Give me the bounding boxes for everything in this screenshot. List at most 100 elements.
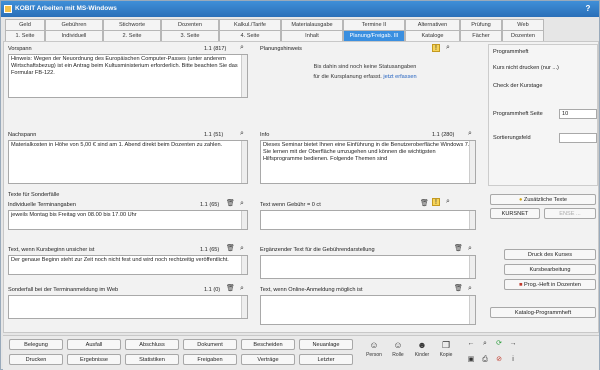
- abschluss-button[interactable]: Abschluss: [125, 339, 179, 350]
- trash-icon[interactable]: 🗑: [226, 200, 235, 208]
- refresh-icon[interactable]: ⟳: [495, 340, 503, 348]
- kopie-button[interactable]: ❐ Kopie: [435, 338, 457, 366]
- letzter-button[interactable]: Letzter: [299, 354, 353, 365]
- neuanlage-button[interactable]: Neuanlage: [299, 339, 353, 350]
- tab-web[interactable]: Web: [502, 19, 544, 30]
- freigaben-button[interactable]: Freigaben: [183, 354, 237, 365]
- tab-seite-2[interactable]: 2. Seite: [103, 30, 161, 41]
- kursbearbeitung-button[interactable]: Kursbearbeitung: [504, 264, 596, 275]
- info-text: Dieses Seminar bietet Ihnen eine Einführ…: [263, 142, 470, 162]
- print-icon[interactable]: ⎙: [481, 356, 489, 364]
- tab-dozenten-2[interactable]: Dozenten: [502, 30, 544, 41]
- kinder-button[interactable]: ☻ Kinder: [411, 338, 433, 366]
- tab-materialausgabe[interactable]: Materialausgabe: [281, 19, 343, 30]
- search-icon[interactable]: ⌕: [238, 285, 246, 293]
- online-anmeldung-textarea[interactable]: [260, 295, 476, 325]
- tab-planung-freigabe[interactable]: Planung/Freigab. III: [343, 30, 405, 41]
- window-title: KOBIT Arbeiten mit MS-Windows: [15, 5, 117, 12]
- extra-button[interactable]: ENSE ...: [544, 208, 596, 219]
- tab-individuell[interactable]: Individuell: [45, 30, 103, 41]
- dokument-button[interactable]: Dokument: [183, 339, 237, 350]
- search-icon[interactable]: ⌕: [238, 200, 246, 208]
- search-icon[interactable]: ⌕: [481, 340, 489, 348]
- warning-icon[interactable]: !: [432, 198, 440, 206]
- scrollbar[interactable]: [469, 211, 475, 229]
- scrollbar[interactable]: [241, 296, 247, 318]
- scrollbar[interactable]: [469, 256, 475, 278]
- search-icon[interactable]: ⌕: [444, 44, 452, 52]
- trash-icon[interactable]: 🗑: [420, 200, 429, 208]
- sortierungsfeld-input[interactable]: [559, 133, 597, 143]
- ausfall-button[interactable]: Ausfall: [67, 339, 121, 350]
- info-textarea[interactable]: Dieses Seminar bietet Ihnen eine Einführ…: [260, 140, 476, 184]
- scrollbar[interactable]: [241, 256, 247, 274]
- person-button[interactable]: ☺ Person: [363, 338, 385, 366]
- rolle-button[interactable]: ☺ Rolle: [387, 338, 409, 366]
- tab-alternativen[interactable]: Alternativen: [405, 19, 460, 30]
- search-icon[interactable]: ⌕: [466, 130, 474, 138]
- vorspann-textarea[interactable]: Hinweis: Wegen der Neuordnung des Europä…: [8, 54, 248, 98]
- ergebnisse-button[interactable]: Ergebnisse: [67, 354, 121, 365]
- sonderfall-termin-textarea[interactable]: [8, 295, 248, 319]
- tab-faecher[interactable]: Fächer: [460, 30, 502, 41]
- arrow-right-icon[interactable]: →: [509, 340, 517, 348]
- tab-geld[interactable]: Geld: [5, 19, 45, 30]
- statistiken-button[interactable]: Statistiken: [125, 354, 179, 365]
- scrollbar[interactable]: [241, 55, 247, 97]
- trash-icon[interactable]: 🗑: [454, 285, 463, 293]
- tab-dozenten[interactable]: Dozenten: [161, 19, 219, 30]
- gebuehr-null-label: Text wenn Gebühr = 0 ct: [260, 202, 321, 208]
- scrollbar[interactable]: [469, 141, 475, 183]
- scrollbar[interactable]: [469, 296, 475, 324]
- tab-seite-3[interactable]: 3. Seite: [161, 30, 219, 41]
- ergaenzender-label: Ergänzender Text für die Gebührendarstel…: [260, 247, 375, 253]
- zusaetzliche-texte-button[interactable]: ● Zusätzliche Texte: [490, 194, 596, 205]
- tab-kataloge[interactable]: Kataloge: [405, 30, 460, 41]
- gebuehr-null-textarea[interactable]: [260, 210, 476, 230]
- tab-termine-ii[interactable]: Termine II: [343, 19, 405, 30]
- search-icon[interactable]: ⌕: [238, 44, 246, 52]
- katalog-button[interactable]: Katalog-Programmheft: [490, 307, 596, 318]
- vertraege-button[interactable]: Verträge: [241, 354, 295, 365]
- tab-inhalt[interactable]: Inhalt: [281, 30, 343, 41]
- nachspann-textarea[interactable]: Materialkosten in Höhe von 5,00 € sind a…: [8, 140, 248, 184]
- drucken-button[interactable]: Drucken: [9, 354, 63, 365]
- vorspann-text: Hinweis: Wegen der Neuordnung des Europä…: [11, 56, 238, 76]
- druck-kurs-button[interactable]: Druck des Kurses: [504, 249, 596, 260]
- tab-kalkul-tarife[interactable]: Kalkul./Tarife: [219, 19, 281, 30]
- programmheft-seite-input[interactable]: 10: [559, 109, 597, 119]
- search-icon[interactable]: ⌕: [466, 245, 474, 253]
- warning-icon[interactable]: !: [432, 44, 440, 52]
- search-icon[interactable]: ⌕: [238, 130, 246, 138]
- save-icon[interactable]: ▣: [467, 356, 475, 364]
- tab-stichworte[interactable]: Stichworte: [103, 19, 161, 30]
- trash-icon[interactable]: 🗑: [226, 285, 235, 293]
- search-icon[interactable]: ⌕: [466, 285, 474, 293]
- bescheiden-button[interactable]: Bescheiden: [241, 339, 295, 350]
- help-icon[interactable]: ?: [583, 4, 593, 14]
- arrow-left-icon[interactable]: ←: [467, 340, 475, 348]
- scrollbar[interactable]: [241, 211, 247, 229]
- kursbeginn-textarea[interactable]: Der genaue Beginn steht zur Zeit noch ni…: [8, 255, 248, 275]
- role-icon: ☺: [393, 340, 403, 350]
- ergaenzender-textarea[interactable]: [260, 255, 476, 279]
- trash-icon[interactable]: 🗑: [226, 245, 235, 253]
- search-icon[interactable]: ⌕: [444, 198, 452, 206]
- tab-seite-1[interactable]: 1. Seite: [5, 30, 45, 41]
- belegung-button[interactable]: Belegung: [9, 339, 63, 350]
- stop-icon[interactable]: ⊘: [495, 356, 503, 364]
- scrollbar[interactable]: [241, 141, 247, 183]
- programmheft-seite-label: Programmheft Seite: [493, 111, 543, 117]
- children-icon: ☻: [417, 340, 427, 350]
- info-label: Info: [260, 132, 270, 138]
- tab-seite-4[interactable]: 4. Seite: [219, 30, 281, 41]
- trash-icon[interactable]: 🗑: [454, 245, 463, 253]
- terminangaben-textarea[interactable]: jeweils Montag bis Freitag von 08.00 bis…: [8, 210, 248, 230]
- tab-gebuehren[interactable]: Gebühren: [45, 19, 103, 30]
- search-icon[interactable]: ⌕: [238, 245, 246, 253]
- tab-pruefung[interactable]: Prüfung: [460, 19, 502, 30]
- kursnet-button[interactable]: KURSNET: [490, 208, 540, 219]
- info-icon[interactable]: i: [509, 356, 517, 364]
- prog-heft-button[interactable]: ■ Prog.-Heft in Dozenten: [504, 279, 596, 290]
- jetzt-erfassen-link[interactable]: jetzt erfassen: [383, 74, 416, 80]
